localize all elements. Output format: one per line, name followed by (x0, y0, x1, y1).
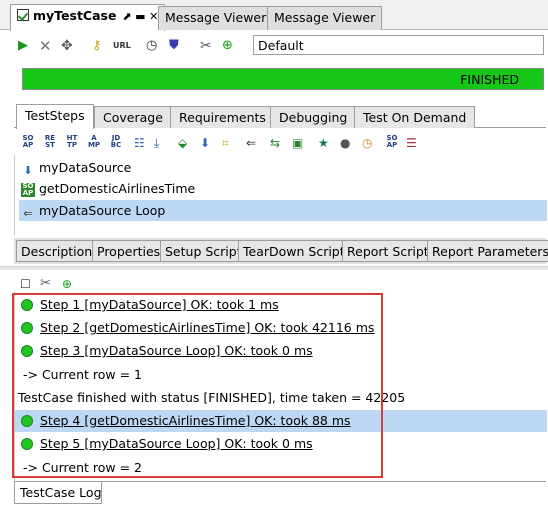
list-item[interactable]: SO AP getDomesticAirlinesTime (19, 178, 547, 199)
conditional-goto-icon[interactable]: ⬙ (178, 135, 187, 151)
soap-mock-step-icon[interactable]: SO AP (384, 135, 400, 149)
shield-icon[interactable]: ⛊ (169, 38, 179, 54)
properties-step-icon[interactable]: ☷ (134, 135, 145, 151)
list-step-icon[interactable]: ☰ (406, 135, 417, 151)
tab-requirements[interactable]: Requirements (170, 106, 275, 128)
tab-setup-script[interactable]: Setup Script (160, 240, 247, 262)
tab-properties[interactable]: Properties (92, 240, 166, 262)
list-item[interactable]: ⇐ myDataSource Loop (19, 200, 547, 221)
tab-label: TestCase Log (20, 485, 102, 500)
run-testcase-step-icon[interactable]: ▣ (292, 135, 303, 151)
add-icon[interactable]: ⊕ (62, 276, 72, 292)
tab-label: Debugging (279, 110, 348, 125)
tab-coverage[interactable]: Coverage (94, 106, 172, 128)
transfer-step-icon[interactable]: ⤓ (154, 135, 159, 151)
tab-label: Report Parameters (432, 244, 548, 259)
testcase-tabs: TestSteps Coverage Requirements Debuggin… (14, 104, 546, 129)
editor-tab-strip: myTestCase ⬈ ▬ ✕ Message Viewer Message V… (0, 0, 548, 31)
tab-window-controls[interactable]: ⬈ ▬ ✕ (122, 10, 158, 23)
checkbox-icon[interactable]: ☐ (20, 276, 31, 292)
run-progress-bar: FINISHED (22, 68, 544, 90)
url-icon[interactable]: URL (113, 38, 131, 54)
tab-report-parameters[interactable]: Report Parameters (427, 240, 548, 262)
environment-value: Default (258, 38, 304, 53)
tab-label: Test On Demand (363, 110, 467, 125)
tab-description[interactable]: Description (16, 240, 98, 262)
http-step-icon[interactable]: HT TP (64, 135, 80, 149)
tab-test-on-demand[interactable]: Test On Demand (354, 106, 476, 128)
tab-debugging[interactable]: Debugging (270, 106, 357, 128)
delay-step-icon[interactable]: ⌗ (222, 135, 229, 151)
clock-step-icon[interactable]: ◷ (362, 135, 372, 151)
star-step-icon[interactable]: ★ (318, 135, 329, 151)
tab-label: Requirements (179, 110, 266, 125)
tab-label: Coverage (103, 110, 163, 125)
tab-label: Report Script (347, 244, 429, 259)
tab-message-viewer-2[interactable]: Message Viewer (267, 6, 383, 30)
step-toolbar: SO AP RE ST HT TP A MP JD BC ☷ ⤓ ⬙ ⬇ ⌗ ⇐… (14, 129, 546, 155)
progress-status: FINISHED (460, 72, 519, 87)
tools-icon[interactable]: ✂ (200, 38, 212, 54)
timer-icon[interactable]: ◷ (146, 38, 157, 54)
add-icon[interactable]: ⊕ (222, 38, 233, 54)
highlight-annotation-box (12, 293, 383, 478)
mock-step-icon[interactable]: ⇆ (270, 135, 280, 151)
tab-label: Properties (97, 244, 161, 259)
loop-step-icon[interactable]: ⇐ (246, 135, 256, 151)
jdbc-step-icon[interactable]: JD BC (108, 135, 124, 149)
step-detail-tabs: Description Properties Setup Script Tear… (14, 238, 548, 264)
tools-icon[interactable]: ✂ (40, 276, 51, 292)
datasource-step-icon[interactable]: ⬇ (200, 135, 210, 151)
tab-teststeps[interactable]: TestSteps (16, 104, 94, 129)
tab-label: myTestCase (33, 8, 117, 23)
tab-message-viewer-1[interactable]: Message Viewer (158, 6, 274, 30)
tab-label: Message Viewer (165, 10, 267, 25)
environment-dropdown[interactable]: Default (253, 35, 544, 55)
cancel-icon[interactable]: ✕ (39, 38, 52, 54)
step-label: getDomesticAirlinesTime (39, 181, 196, 196)
tab-label: Description (21, 244, 93, 259)
tab-label: Setup Script (165, 244, 242, 259)
tab-mytestcase[interactable]: myTestCase ⬈ ▬ ✕ (10, 4, 166, 31)
run-icon[interactable]: ▶ (18, 38, 28, 54)
testcase-icon (17, 9, 29, 21)
panel-splitter[interactable] (0, 266, 548, 270)
tab-label: Message Viewer (274, 10, 376, 25)
step-label: myDataSource (39, 160, 132, 175)
rest-step-icon[interactable]: RE ST (42, 135, 58, 149)
datasource-icon: ⬇ (23, 164, 33, 177)
tab-teardown-script[interactable]: TearDown Script (238, 240, 350, 262)
tab-report-script[interactable]: Report Script (342, 240, 434, 262)
test-step-list: ⬇ myDataSource SO AP getDomesticAirlinesTi… (14, 155, 547, 235)
tab-testcase-log[interactable]: TestCase Log (14, 482, 102, 504)
key-icon[interactable]: ⚷ (92, 38, 102, 54)
amf-step-icon[interactable]: A MP (86, 135, 102, 149)
log-toolbar: ☐ ✂ ⊕ (14, 272, 546, 294)
soap-icon: SO AP (21, 182, 35, 197)
soap-step-icon[interactable]: SO AP (20, 135, 36, 149)
loop-arrow-icon: ⇐ (23, 207, 33, 220)
tab-label: TestSteps (25, 108, 85, 123)
circle-step-icon[interactable]: ● (340, 135, 350, 151)
tab-label: TearDown Script (243, 244, 345, 259)
list-item[interactable]: ⬇ myDataSource (19, 157, 547, 178)
loop-icon[interactable]: ✥ (61, 38, 73, 54)
step-label: myDataSource Loop (39, 203, 166, 218)
